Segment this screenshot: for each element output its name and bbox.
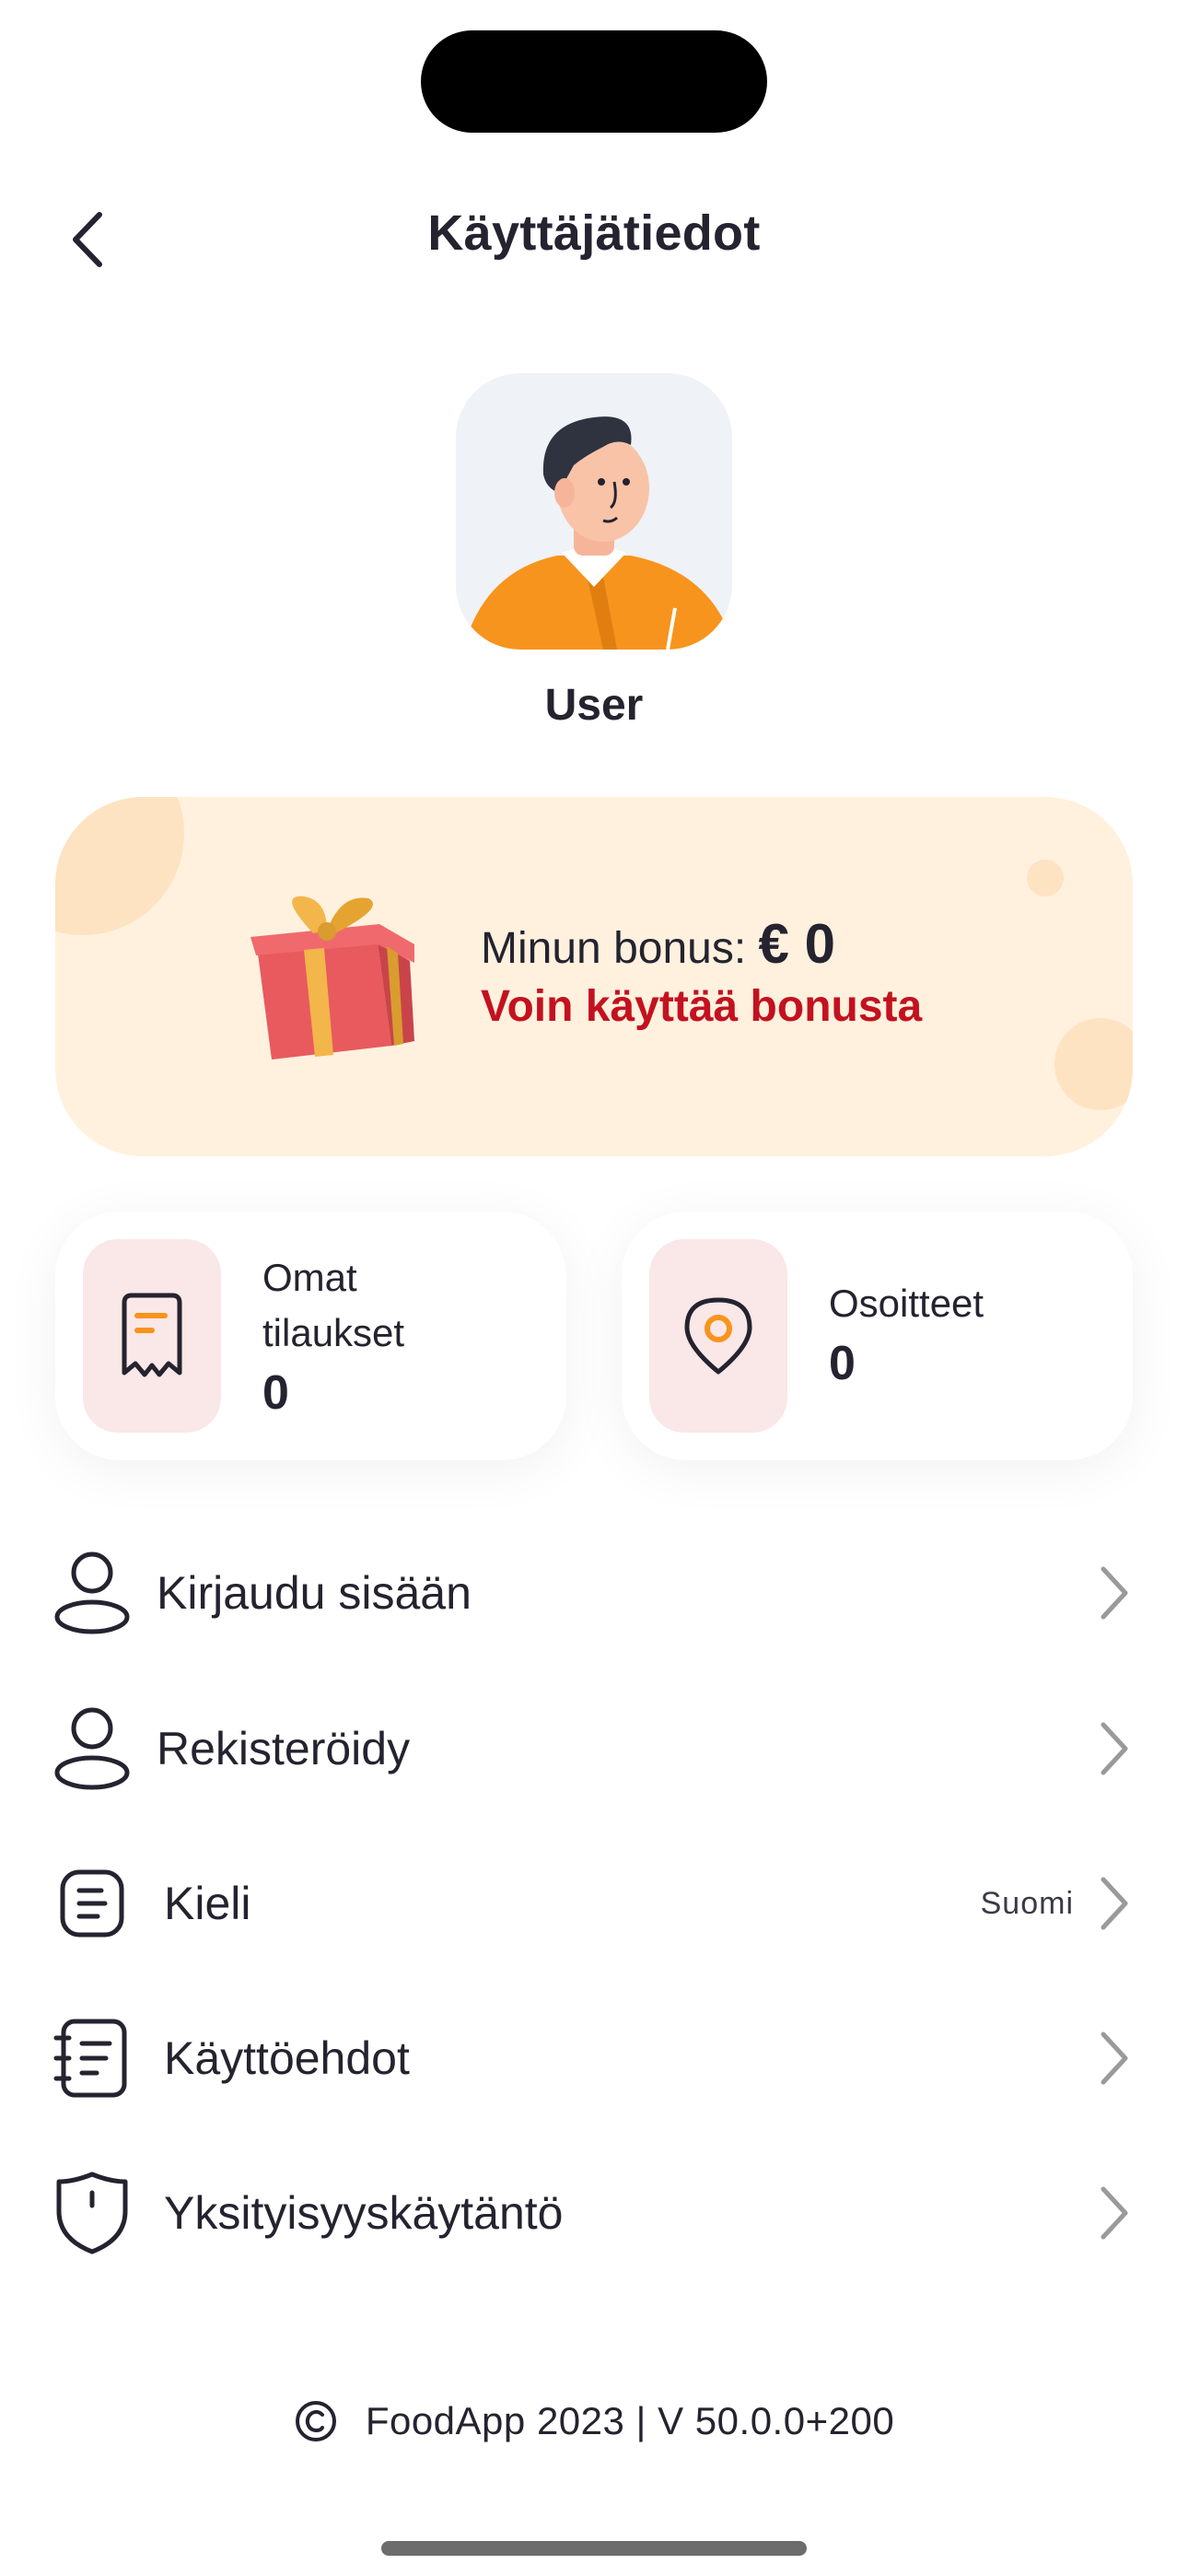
user-avatar-illustration: [463, 416, 732, 650]
chevron-right-icon: [1087, 1556, 1142, 1630]
menu-label-terms: Käyttöehdot: [164, 2032, 410, 2084]
addresses-label: Osoitteet: [829, 1282, 984, 1325]
orders-card[interactable]: Omat tilaukset 0: [55, 1212, 566, 1460]
chevron-right-icon: [1087, 2176, 1142, 2250]
menu-item-language[interactable]: Kieli Suomi: [46, 1834, 1142, 1973]
orders-count: 0: [262, 1366, 289, 1420]
user-icon: [46, 1547, 138, 1639]
orders-icon-box: [83, 1239, 221, 1433]
menu-item-register[interactable]: Rekisteröidy: [46, 1680, 1142, 1818]
page-title: Käyttäjätiedot: [427, 205, 761, 261]
bonus-amount: € 0: [758, 913, 835, 975]
profile-screen: Käyttäjätiedot User Minun bonus: € 0 Voi…: [0, 0, 1188, 2576]
chevron-right-icon: [1087, 1867, 1142, 1940]
user-icon: [46, 1703, 138, 1795]
bonus-line: Minun bonus: € 0: [481, 912, 922, 976]
decor-circle: [1027, 860, 1064, 896]
addresses-text: Osoitteet 0: [829, 1276, 984, 1396]
bonus-text: Minun bonus: € 0 Voin käyttää bonusta: [481, 912, 922, 1032]
language-value: Suomi: [980, 1885, 1074, 1921]
bonus-label: Minun bonus:: [481, 924, 747, 973]
notebook-icon: [46, 2012, 138, 2104]
location-pin-icon: [684, 1297, 752, 1375]
decor-circle: [1054, 1018, 1133, 1110]
document-lines-icon: [46, 1857, 138, 1950]
decor-circle: [55, 797, 184, 935]
user-name: User: [544, 681, 644, 730]
dynamic-island: [421, 30, 767, 133]
menu-label-login: Kirjaudu sisään: [157, 1567, 472, 1619]
menu-label-privacy: Yksityisyyskäytäntö: [164, 2187, 564, 2239]
addresses-count: 0: [829, 1337, 856, 1390]
orders-label: Omat tilaukset: [262, 1256, 405, 1354]
menu-label-language: Kieli: [164, 1878, 251, 1929]
chevron-right-icon: [1087, 2021, 1142, 2095]
bonus-action-link[interactable]: Voin käyttää bonusta: [481, 981, 922, 1032]
avatar[interactable]: [456, 373, 732, 650]
addresses-icon-box: [649, 1239, 787, 1433]
bonus-card[interactable]: Minun bonus: € 0 Voin käyttää bonusta: [55, 797, 1133, 1156]
footer: FoodApp 2023 | V 50.0.0+200: [0, 2399, 1188, 2443]
menu-label-register: Rekisteröidy: [157, 1723, 411, 1774]
gift-icon: [250, 896, 414, 1060]
menu-item-privacy[interactable]: Yksityisyyskäytäntö: [46, 2144, 1142, 2282]
menu-item-terms[interactable]: Käyttöehdot: [46, 1989, 1142, 2127]
addresses-card[interactable]: Osoitteet 0: [622, 1212, 1133, 1460]
footer-text: FoodApp 2023 | V 50.0.0+200: [365, 2399, 895, 2442]
shield-icon: [46, 2167, 138, 2259]
copyright-icon: [294, 2399, 338, 2443]
orders-text: Omat tilaukset 0: [262, 1250, 447, 1425]
chevron-right-icon: [1087, 1712, 1142, 1786]
home-indicator[interactable]: [381, 2541, 807, 2556]
menu-item-login[interactable]: Kirjaudu sisään: [46, 1524, 1142, 1662]
receipt-icon: [122, 1293, 182, 1377]
